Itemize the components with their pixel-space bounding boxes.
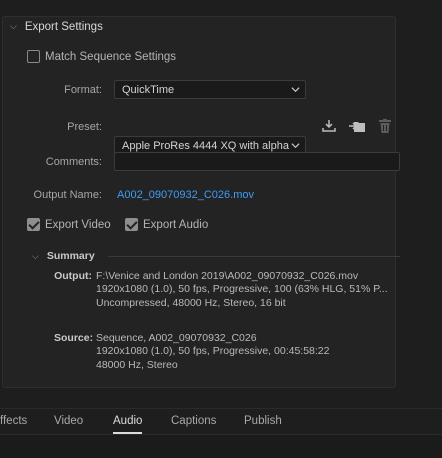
preset-label: Preset: — [67, 121, 102, 133]
import-preset-icon[interactable] — [348, 118, 366, 134]
summary-title: Summary — [46, 250, 95, 262]
tab-effects[interactable]: ffects — [0, 415, 27, 427]
summary-source-line: 48000 Hz, Stereo — [96, 358, 178, 371]
match-sequence-settings[interactable]: Match Sequence Settings — [27, 50, 176, 63]
export-video-label: Export Video — [45, 218, 111, 231]
summary-source-line: Sequence, A002_09070932_C026 — [96, 332, 257, 344]
export-video[interactable]: Export Video — [27, 218, 111, 231]
chevron-down-icon — [291, 87, 300, 93]
output-name-link[interactable]: A002_09070932_C026.mov — [117, 189, 254, 201]
summary-output-label: Output: — [54, 270, 92, 282]
match-sequence-label: Match Sequence Settings — [45, 50, 177, 63]
tab-audio[interactable]: Audio — [113, 415, 143, 434]
comments-label: Comments: — [45, 156, 102, 168]
summary-output-line: F:\Venice and London 2019\A002_09070932_… — [96, 270, 359, 282]
match-sequence-checkbox[interactable] — [27, 50, 40, 63]
chevron-down-icon[interactable]: ⌵ — [32, 251, 39, 262]
settings-tabs: ffects Video Audio Captions Publish — [0, 408, 442, 434]
comments-input[interactable] — [114, 152, 400, 171]
chevron-down-icon[interactable]: ⌵ — [10, 21, 17, 32]
tab-content-area — [0, 434, 442, 458]
summary-output-line: Uncompressed, 48000 Hz, Stereo, 16 bit — [96, 296, 286, 309]
export-video-checkbox[interactable] — [27, 218, 40, 231]
format-label: Format: — [64, 84, 102, 96]
summary-source-line: 1920x1080 (1.0), 50 fps, Progressive, 00… — [96, 345, 330, 358]
export-audio-label: Export Audio — [143, 218, 209, 231]
format-select[interactable]: QuickTime — [114, 80, 306, 99]
summary-source-text: Sequence, A002_09070932_C026 1920x1080 (… — [96, 332, 330, 372]
preset-value: Apple ProRes 4444 XQ with alpha — [122, 139, 289, 152]
tab-publish[interactable]: Publish — [244, 415, 282, 427]
section-title: Export Settings — [24, 21, 103, 33]
save-preset-icon[interactable] — [320, 118, 338, 134]
summary-output-text: F:\Venice and London 2019\A002_09070932_… — [96, 270, 388, 310]
summary-divider — [108, 256, 400, 257]
export-audio[interactable]: Export Audio — [125, 218, 208, 231]
export-audio-checkbox[interactable] — [125, 218, 138, 231]
tab-video[interactable]: Video — [54, 415, 83, 427]
summary-output-line: 1920x1080 (1.0), 50 fps, Progressive, 10… — [96, 283, 388, 296]
tab-captions[interactable]: Captions — [171, 415, 216, 427]
trash-icon[interactable] — [376, 118, 394, 134]
output-name-label: Output Name: — [33, 189, 102, 201]
summary-source-label: Source: — [54, 332, 94, 344]
chevron-down-icon — [291, 143, 300, 149]
format-value: QuickTime — [122, 83, 175, 96]
export-settings-header[interactable]: ⌵ Export Settings — [10, 21, 103, 34]
summary-header[interactable]: ⌵ Summary — [32, 250, 95, 262]
